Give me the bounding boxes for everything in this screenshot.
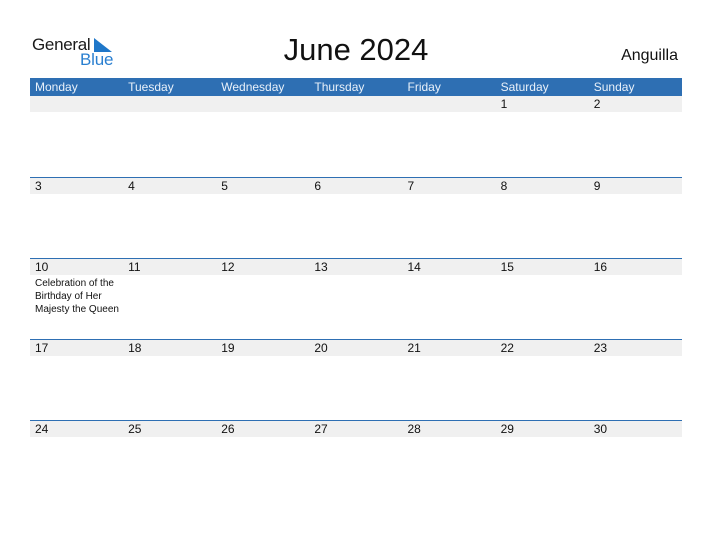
country-label: Anguilla [621,47,678,64]
day-event [216,356,309,358]
day-event [589,194,682,196]
day-event [496,275,589,316]
day-number: 3 [35,179,42,193]
day-event [216,194,309,196]
day-number: 25 [128,422,142,436]
day-number: 18 [128,341,142,355]
weekday-sunday: Sunday [593,80,635,94]
week-row: 17 18 19 20 21 22 23 [30,339,682,420]
day-event: Celebration of the Birthday of Her Majes… [35,278,119,315]
weekday-header: Monday Tuesday Wednesday Thursday Friday… [30,78,682,96]
day-number [123,96,216,112]
date-row: 24 25 26 27 28 29 30 [30,421,682,437]
day-event [403,356,496,358]
day-number: 24 [35,422,49,436]
day-event [589,437,682,439]
day-event [403,112,496,114]
day-number: 5 [221,179,228,193]
day-number: 14 [407,260,421,274]
day-number: 9 [593,179,601,193]
day-event [589,356,682,358]
page-title: June 2024 [283,32,429,67]
calendar-grid: Monday Tuesday Wednesday Thursday Friday… [30,78,682,501]
events-row [30,437,682,439]
day-number: 19 [221,341,235,355]
day-event [123,437,216,439]
events-row: Celebration of the Birthday of Her Majes… [30,275,682,316]
day-number: 10 [35,260,49,274]
day-event [309,356,402,358]
day-number: 29 [500,422,514,436]
events-row [30,356,682,358]
weekday-saturday: Saturday [500,80,549,94]
day-event [30,112,123,114]
day-number: 7 [407,179,415,193]
day-event [30,194,123,196]
day-event [589,112,682,114]
day-number: 6 [314,179,322,193]
weekday-wednesday: Wednesday [221,80,285,94]
day-event [123,112,216,114]
day-event [216,112,309,114]
day-event [403,437,496,439]
date-row: 10 11 12 13 14 15 16 [30,259,682,275]
day-event [309,112,402,114]
day-event [403,194,496,196]
day-number: 30 [593,422,608,436]
day-number: 1 [500,97,508,111]
week-row: 10 11 12 13 14 15 16 Celebration of the Birthda… [30,258,682,339]
day-number: 12 [221,260,235,274]
day-event [309,437,402,439]
day-event [30,437,123,439]
day-number [309,96,402,112]
day-number: 23 [593,341,608,355]
day-event [309,194,402,196]
week-row: 24 25 26 27 28 29 30 [30,420,682,501]
day-number: 13 [314,260,328,274]
weekday-monday: Monday [35,80,78,94]
day-event [496,356,589,358]
weekday-tuesday: Tuesday [128,80,174,94]
day-number [30,96,123,112]
day-event [496,194,589,196]
day-number: 2 [593,97,601,111]
day-event [403,275,496,316]
day-number: 28 [407,422,421,436]
day-event [216,437,309,439]
weekday-thursday: Thursday [314,80,365,94]
day-number: 11 [128,260,141,274]
day-number: 21 [407,341,421,355]
date-row: 12 [30,96,682,112]
day-number: 4 [128,179,135,193]
week-row: 3 4 5 6 7 8 9 [30,177,682,258]
day-number: 20 [314,341,328,355]
day-event [216,275,309,316]
day-number: 15 [500,260,514,274]
events-row [30,112,682,114]
day-event [30,356,123,358]
day-number: 22 [500,341,514,355]
day-number: 16 [593,260,608,274]
day-number: 26 [221,422,235,436]
weekday-friday: Friday [407,80,441,94]
day-event [123,275,216,316]
day-event [496,112,589,114]
day-number: 27 [314,422,328,436]
day-event [123,194,216,196]
day-event [123,356,216,358]
events-row [30,194,682,196]
day-event [309,275,402,316]
day-number: 17 [35,341,49,355]
date-row: 17 18 19 20 21 22 23 [30,340,682,356]
date-row: 3 4 5 6 7 8 9 [30,178,682,194]
day-number [403,96,496,112]
day-event [496,437,589,439]
day-number: 8 [500,179,508,193]
week-row: 12 [30,96,682,177]
day-event [589,275,682,316]
day-number [216,96,309,112]
